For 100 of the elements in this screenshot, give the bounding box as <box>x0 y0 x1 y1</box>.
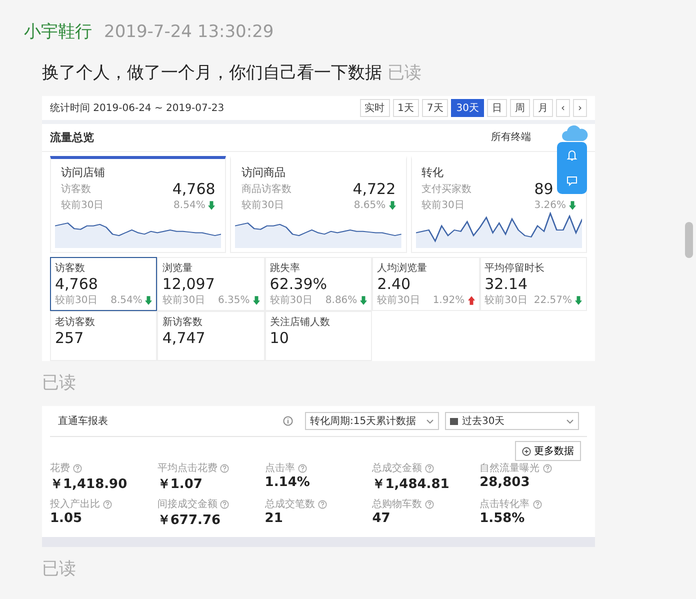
metric-label: 投入产出比 <box>50 498 100 511</box>
compare-label: 较前30日 <box>484 294 528 307</box>
change-value: 3.26% <box>534 200 566 210</box>
help-icon[interactable] <box>532 500 542 508</box>
metric-tile[interactable]: 关注店铺人数 10 <box>264 311 372 361</box>
metric-label: 间接成交金额 <box>157 498 218 511</box>
more-data-button[interactable]: 更多数据 <box>515 441 581 461</box>
range-tab[interactable]: ‹ <box>556 99 570 117</box>
change-value: 8.54% <box>110 294 142 306</box>
metric-value: 1.58% <box>480 511 526 526</box>
range-tab[interactable]: 周 <box>510 99 530 117</box>
metric-value: 257 <box>55 329 85 347</box>
info-icon[interactable] <box>283 416 293 426</box>
compare-label: 较前30日 <box>162 294 206 307</box>
read-status: 已读 <box>42 558 77 580</box>
plus-icon <box>522 446 531 456</box>
metric-label: 自然流量曝光 <box>480 462 540 475</box>
metric-label: 访客数 <box>55 262 86 275</box>
help-icon[interactable] <box>298 464 307 472</box>
help-icon[interactable] <box>425 464 434 472</box>
sender-name[interactable]: 小宇鞋行 <box>24 20 92 43</box>
help-icon[interactable] <box>220 500 230 508</box>
metric-value: 62.39% <box>270 275 328 293</box>
metric-value: ￥1.07 <box>157 476 204 493</box>
change-value: 1.92% <box>432 294 465 306</box>
message-time: 2019-7-24 13:30:29 <box>104 22 274 42</box>
metric-label: 支付买家数 <box>422 182 473 196</box>
metric-value: 2.40 <box>377 275 412 293</box>
metric-tile[interactable]: 新访客数 4,747 <box>157 311 265 361</box>
help-icon[interactable] <box>220 464 230 472</box>
metric-value: 4,768 <box>55 275 99 293</box>
metric-label: 总成交笔数 <box>264 498 315 511</box>
metric-value: 12,097 <box>162 275 216 293</box>
metric-label: 平均点击花费 <box>157 462 218 475</box>
chevron-icon <box>426 418 434 424</box>
metric-tile[interactable]: 老访客数 257 <box>50 311 158 361</box>
scrollbar-thumb[interactable] <box>685 222 693 258</box>
metric-label: 点击率 <box>264 462 295 475</box>
overview-card[interactable]: 访问商品 商品访客数 4,722 较前30日 8.65% <box>230 156 407 253</box>
metric-value: 21 <box>264 511 284 526</box>
help-icon[interactable] <box>542 464 552 472</box>
metric-label: 平均停留时长 <box>484 262 546 275</box>
metric-value: ￥1,484.81 <box>372 476 450 493</box>
metric-value: ￥677.76 <box>157 512 222 529</box>
range-tab[interactable]: 日 <box>487 99 507 117</box>
metric-label: 跳失率 <box>270 262 301 275</box>
change-value: 8.65% <box>354 200 386 210</box>
change-value: 8.54% <box>174 200 206 210</box>
metric-label: 商品访客数 <box>241 182 292 196</box>
chat-icon[interactable] <box>566 175 578 187</box>
range-tab[interactable]: › <box>573 99 587 117</box>
metric-value: ￥1,418.90 <box>50 476 128 493</box>
metric-value: 1.14% <box>264 475 311 490</box>
change-value: 8.86% <box>325 294 358 306</box>
bell-icon[interactable] <box>566 149 578 161</box>
range-tab[interactable]: 30天 <box>451 99 484 117</box>
read-status: 已读 <box>42 372 77 394</box>
help-icon[interactable] <box>318 500 327 508</box>
metric-label: 总成交金额 <box>372 462 422 475</box>
metric-label: 总购物车数 <box>372 498 422 511</box>
compare-label: 较前30日 <box>55 294 98 307</box>
metric-tile[interactable]: 浏览量 12,097 较前30日 6.35% <box>157 257 265 311</box>
change-value: 6.35% <box>218 294 250 306</box>
overview-card[interactable]: 访问店铺 访客数 4,768 较前30日 8.54% <box>50 156 226 253</box>
metric-tile[interactable]: 人均浏览量 2.40 较前30日 1.92% <box>372 257 480 311</box>
range-tab[interactable]: 实时 <box>360 99 390 117</box>
metric-label: 浏览量 <box>162 262 194 275</box>
card-title: 访问店铺 <box>60 165 106 180</box>
metric-label: 访客数 <box>61 182 92 196</box>
range-dropdown[interactable]: 过去30天 <box>445 412 579 430</box>
metric-tile[interactable]: 访客数 4,768 较前30日 8.54% <box>50 257 158 311</box>
card-title: 访问商品 <box>240 165 286 180</box>
metric-value: 1.05 <box>50 511 84 526</box>
panel-title: 流量总览 <box>50 130 94 145</box>
range-tab[interactable]: 1天 <box>392 99 419 117</box>
range-tab[interactable]: 月 <box>533 99 553 117</box>
compare-label: 较前30日 <box>61 198 105 212</box>
metric-value: 4,768 <box>172 180 216 198</box>
metric-tile[interactable]: 平均停留时长 32.14 较前30日 22.57% <box>480 257 587 311</box>
change-value: 22.57% <box>534 294 572 306</box>
metric-label: 老访客数 <box>55 316 96 329</box>
compare-label: 较前30日 <box>241 198 286 212</box>
cycle-dropdown[interactable]: 转化周期:15天累计数据 <box>305 412 439 430</box>
compare-label: 较前30日 <box>377 294 420 307</box>
metric-value: 10 <box>270 329 290 347</box>
chevron-icon <box>566 418 574 424</box>
metric-value: 32.14 <box>484 275 529 293</box>
compare-label: 较前30日 <box>422 198 466 212</box>
help-icon[interactable] <box>73 464 82 472</box>
terminal-filter[interactable]: 所有终端 <box>491 130 531 145</box>
help-icon[interactable] <box>103 500 112 508</box>
range-tab[interactable]: 7天 <box>422 99 448 117</box>
metric-value: 4,747 <box>162 329 206 347</box>
compare-label: 较前30日 <box>270 294 313 307</box>
metric-value: 4,722 <box>352 180 396 198</box>
report-title: 直通车报表 <box>58 414 109 428</box>
metric-tile[interactable]: 跳失率 62.39% 较前30日 8.86% <box>264 257 372 311</box>
help-icon[interactable] <box>425 500 434 508</box>
card-title: 转化 <box>420 165 445 180</box>
metric-value: 28,803 <box>480 475 531 490</box>
